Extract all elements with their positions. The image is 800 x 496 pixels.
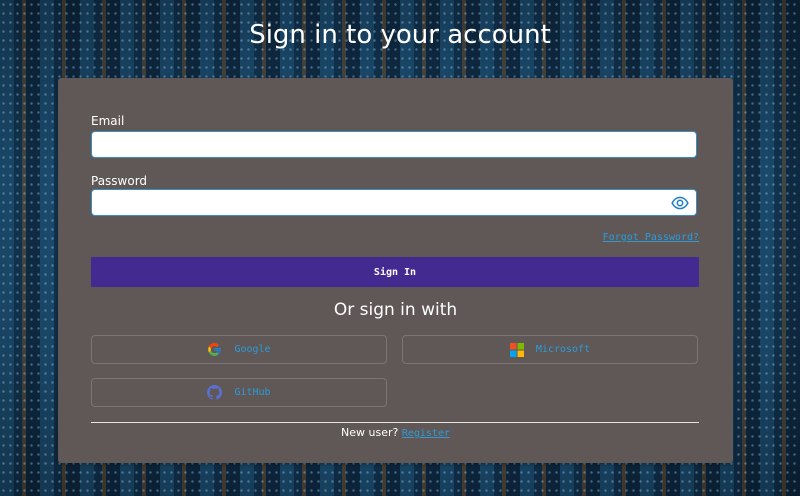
password-field[interactable] <box>91 189 697 216</box>
microsoft-sign-in-button[interactable]: Microsoft <box>402 335 698 364</box>
github-sign-in-button[interactable]: GitHub <box>91 378 387 407</box>
forgot-password-link[interactable]: Forgot Password? <box>603 232 699 243</box>
google-label: Google <box>234 344 271 355</box>
google-sign-in-button[interactable]: Google <box>91 335 387 364</box>
github-icon <box>207 385 223 400</box>
microsoft-label: Microsoft <box>535 344 591 355</box>
email-field[interactable] <box>91 131 697 158</box>
show-password-icon[interactable] <box>671 194 689 212</box>
register-prompt: New user? Register <box>58 426 733 439</box>
microsoft-icon <box>509 342 524 357</box>
divider <box>91 422 699 423</box>
sign-in-button[interactable]: Sign In <box>91 257 699 287</box>
social-heading: Or sign in with <box>333 300 458 320</box>
sign-in-card: Email Password Forgot Password? Sign In … <box>58 78 733 463</box>
password-label: Password <box>91 174 148 188</box>
page-title: Sign in to your account <box>249 20 551 50</box>
email-label: Email <box>91 114 125 128</box>
new-user-text: New user? <box>341 426 399 439</box>
register-link[interactable]: Register <box>402 428 450 439</box>
google-icon <box>207 342 222 357</box>
github-label: GitHub <box>234 387 271 398</box>
